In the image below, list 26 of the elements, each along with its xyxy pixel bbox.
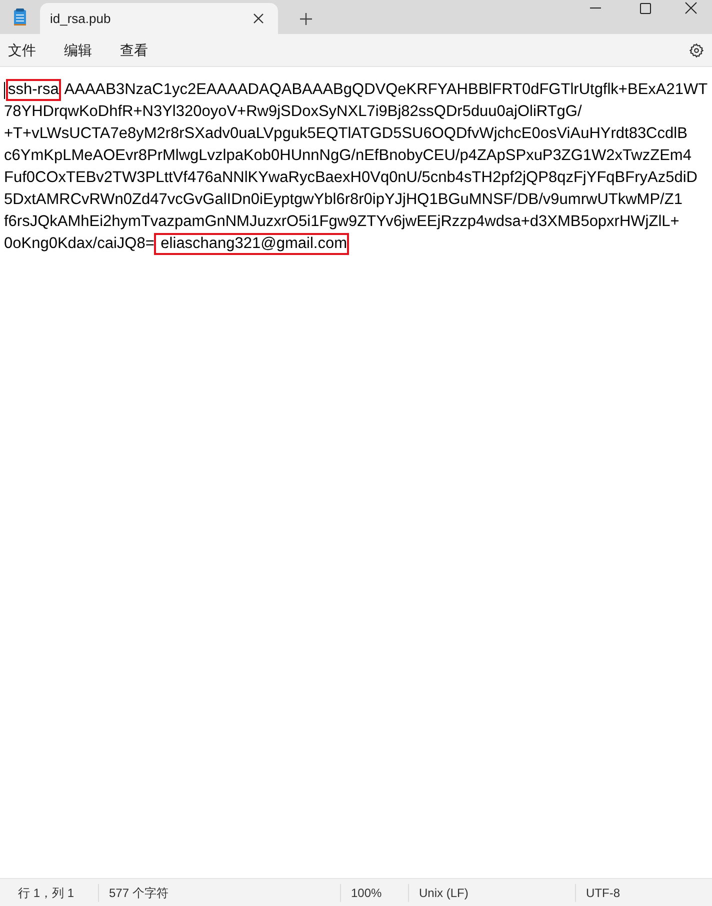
maximize-icon[interactable] bbox=[640, 2, 650, 14]
settings-icon[interactable] bbox=[689, 42, 704, 58]
key-text: Fuf0COxTEBv2TW3PLttVf476aNNlKYwaRycBaexH0Vq0nU/5cnb4sTH2pf2jQP8qzFjYFqBFryAz5diD bbox=[4, 168, 698, 188]
close-window-icon[interactable] bbox=[685, 2, 697, 14]
close-icon[interactable] bbox=[253, 13, 264, 24]
notepad-icon bbox=[13, 8, 27, 26]
key-text: f6rsJQkAMhEi2hymTvazpamGnNMJuzxrO5i1Fgw9ZTYv6jwEEjRzzp4wdsa+d3XMB5opxrHWjZlL+ bbox=[4, 212, 680, 232]
file-tab[interactable]: id_rsa.pub bbox=[40, 3, 278, 34]
key-text: AAAAB3NzaC1yc2EAAAADAQABAAABgQDVQeKRFYAHBBlFRT0dFGTlrUtgflk+BExA21WT bbox=[63, 80, 708, 100]
minimize-icon[interactable] bbox=[590, 7, 600, 9]
key-text: +T+vLWsUCTA7e8yM2r8rSXadv0uaLVpguk5EQTlATGD5SU6OQDfvWjchcE0osViAuHYrdt83CcdlB bbox=[4, 124, 688, 144]
key-text: 5DxtAMRCvRWn0Zd47vcGvGalIDn0iEyptgwYbl6r8r0ipYJjHQ1BGuMNSF/DB/v9umrwUTkwMP/Z1 bbox=[4, 190, 682, 210]
status-text: 行 1，列 1 bbox=[18, 884, 74, 902]
menu-item[interactable]: 文件 bbox=[8, 40, 36, 60]
status-text: Unix (LF) bbox=[419, 884, 468, 902]
highlighted-text: ssh-rsa bbox=[6, 79, 61, 101]
highlighted-text: eliaschang321@gmail.com bbox=[154, 233, 350, 255]
status-text: 577 个字符 bbox=[109, 884, 168, 902]
key-text: 0oKng0Kdax/caiJQ8= bbox=[4, 234, 154, 254]
key-text: c6YmKpLMeAOEvr8PrMlwgLvzlpaKob0HUnnNgG/nEfBnobyCEU/p4ZApSPxuP3ZG1W2xTwzZEm4 bbox=[4, 146, 692, 166]
status-text: 100% bbox=[351, 884, 382, 902]
status-text: UTF-8 bbox=[586, 884, 620, 902]
key-text: 78YHDrqwKoDhfR+N3Yl320oyoV+Rw9jSDoxSyNXL7i9Bj82ssQDr5duu0ajOliRTgG/ bbox=[4, 102, 582, 122]
menu-item[interactable]: 编辑 bbox=[64, 40, 92, 60]
menu-item[interactable]: 查看 bbox=[120, 40, 148, 60]
add-tab-icon[interactable] bbox=[300, 12, 312, 24]
